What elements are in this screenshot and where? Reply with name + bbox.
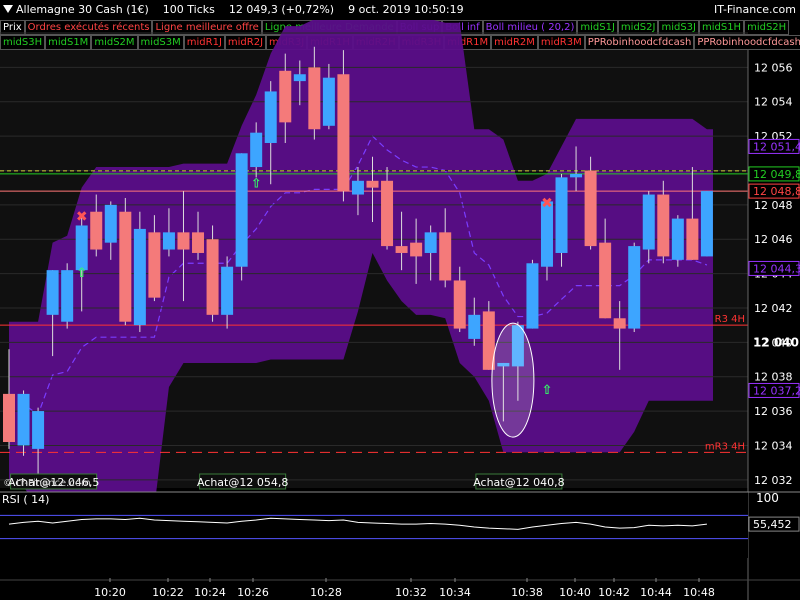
price-tick: 12 054 — [754, 96, 793, 109]
price-tick: 12 046 — [754, 233, 793, 246]
buy-arrow-icon: ⇧ — [251, 177, 262, 192]
candle-body — [104, 204, 117, 243]
candle-body — [308, 67, 321, 130]
candle-body — [250, 132, 263, 168]
candle-body — [468, 314, 481, 339]
watermark: © IT-Finance.com — [3, 478, 91, 489]
price-tick: 12 036 — [754, 405, 793, 418]
candle-body — [424, 232, 437, 253]
time-tick: 10:42 — [598, 586, 630, 599]
price-tick: 12 048 — [754, 199, 793, 212]
candle-body — [119, 211, 132, 322]
selection-ellipse — [491, 322, 535, 438]
candle-body — [599, 242, 612, 319]
price-label: 12 049,8 — [753, 168, 800, 181]
time-tick: 10:28 — [310, 586, 342, 599]
time-tick: 10:48 — [683, 586, 715, 599]
candle-body — [17, 393, 30, 446]
brand-name: IT-Finance.com — [714, 3, 796, 16]
candle-body — [235, 153, 248, 267]
buy-arrow-icon: ⇧ — [542, 383, 553, 398]
candle-body — [366, 180, 379, 188]
time-tick: 10:40 — [559, 586, 591, 599]
candle-body — [322, 77, 335, 126]
level-label: R3 4H — [715, 314, 745, 325]
sell-marker-icon: ✖ — [76, 209, 88, 225]
price-tick: 12 042 — [754, 302, 793, 315]
candle-body — [32, 411, 45, 449]
candle-body — [526, 263, 539, 329]
time-tick: 10:26 — [237, 586, 269, 599]
candle-body — [381, 180, 394, 247]
candle-body — [686, 218, 699, 260]
candle-body — [279, 70, 292, 123]
tick-interval: 100 Ticks — [162, 3, 215, 16]
candle-body — [453, 280, 466, 329]
candle-body — [46, 270, 59, 315]
price-tick: 12 056 — [754, 61, 793, 74]
buy-arrow-icon: ⇧ — [76, 266, 87, 281]
candle-body — [570, 173, 583, 178]
candle-body — [293, 74, 306, 82]
time-tick: 10:32 — [395, 586, 427, 599]
time-tick: 10:44 — [640, 586, 672, 599]
candle-body — [3, 393, 15, 443]
candle-body — [351, 180, 364, 195]
candle-body — [410, 242, 423, 257]
candle-body — [395, 246, 408, 253]
time-tick: 10:34 — [439, 586, 471, 599]
trade-label: Achat@12 040,8 — [473, 476, 564, 489]
price-tick: 12 034 — [754, 439, 793, 452]
price-chart[interactable]: R3 4HmR3 4H✖✖⇧⇧⇧Achat@12 046,5 Achat@12 0… — [0, 20, 800, 600]
candle-body — [221, 266, 234, 315]
candle-body — [613, 318, 626, 329]
candle-body — [671, 218, 684, 260]
candle-body — [337, 74, 350, 192]
rsi-value: 55,452 — [753, 518, 792, 531]
candle-body — [700, 191, 713, 257]
candle-body — [264, 91, 277, 143]
current-price-label: 12 040 — [753, 335, 799, 349]
title-text: Allemagne 30 Cash (1€) 100 Ticks 12 049,… — [16, 0, 464, 20]
candle-body — [148, 232, 161, 298]
price-label: 12 044,3 — [753, 262, 800, 275]
candle-body — [61, 270, 74, 322]
timestamp: 9 oct. 2019 10:50:19 — [348, 3, 464, 16]
candle-body — [642, 194, 655, 250]
price-tick: 12 032 — [754, 474, 793, 487]
candle-body — [90, 211, 103, 250]
candle-body — [177, 232, 190, 250]
trade-label: Achat@12 054,8 — [197, 476, 288, 489]
time-tick: 10:22 — [152, 586, 184, 599]
price-label: 12 037,2 — [753, 384, 800, 397]
candle-body — [584, 170, 597, 247]
time-tick: 10:20 — [94, 586, 126, 599]
sell-marker-icon: ✖ — [541, 195, 553, 211]
price-label: 12 051,4 — [753, 140, 800, 153]
candle-body — [206, 239, 219, 315]
candle-body — [628, 246, 641, 329]
candle-body — [657, 194, 670, 257]
rsi-label: RSI ( 14) — [2, 493, 49, 506]
candle-body — [555, 177, 568, 253]
price-tick: 12 038 — [754, 371, 793, 384]
level-label: mR3 4H — [705, 441, 745, 452]
candle-body — [133, 228, 146, 326]
rsi-tick-100: 100 — [756, 491, 779, 505]
candle-body — [162, 232, 175, 250]
instrument-name: Allemagne 30 Cash (1€) — [16, 3, 149, 16]
title-bar: Allemagne 30 Cash (1€) 100 Ticks 12 049,… — [0, 0, 800, 20]
candle-body — [439, 232, 452, 281]
menu-triangle-icon[interactable] — [3, 5, 13, 13]
candle-body — [192, 232, 205, 253]
last-price: 12 049,3 (+0,72%) — [228, 3, 335, 16]
price-label: 12 048,8 — [753, 185, 800, 198]
rsi-panel-background — [0, 492, 748, 558]
time-tick: 10:24 — [194, 586, 226, 599]
time-tick: 10:38 — [511, 586, 543, 599]
candle-body — [75, 225, 88, 271]
